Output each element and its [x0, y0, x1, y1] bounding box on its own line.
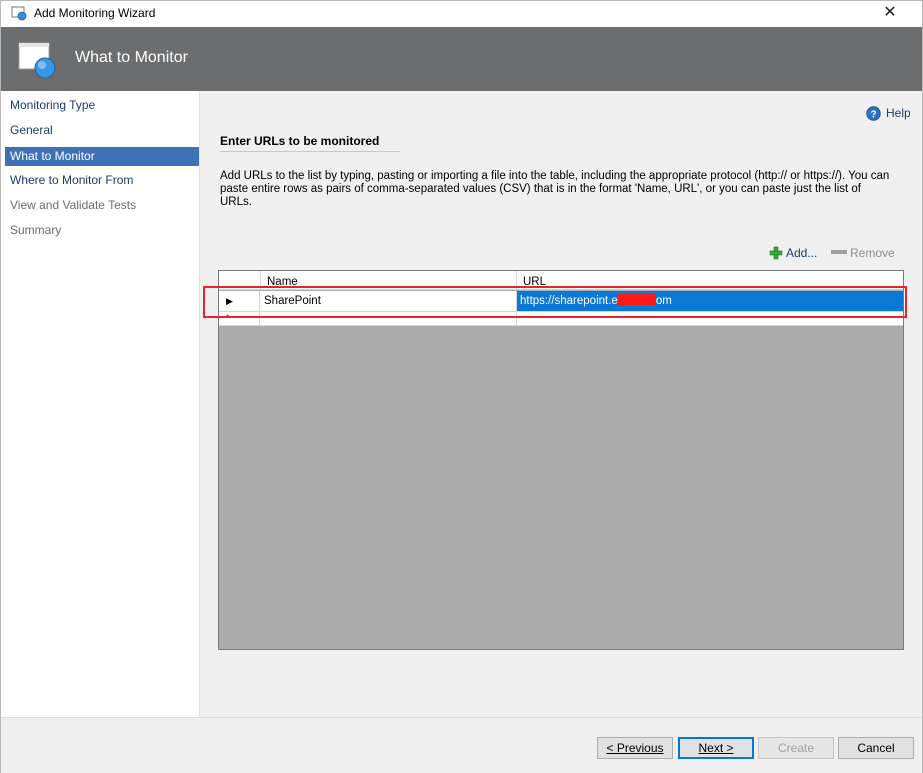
page-heading: What to Monitor	[75, 49, 188, 66]
remove-url-button[interactable]: Remove	[831, 246, 895, 262]
cell-name[interactable]: SharePoint	[261, 291, 517, 311]
previous-button-label: < Previous	[606, 741, 664, 755]
wizard-page-icon	[18, 42, 56, 79]
cell-url-suffix: om	[655, 295, 672, 307]
nav-step-view-and-validate[interactable]: View and Validate Tests	[5, 196, 199, 215]
section-title: Enter URLs to be monitored	[220, 134, 380, 148]
table-row[interactable]: ▶ SharePoint https://sharepoint.e om	[219, 291, 903, 312]
url-grid[interactable]: Name URL ▶ SharePoint https://sharepoint…	[218, 270, 904, 650]
close-icon[interactable]: ✕	[879, 3, 901, 23]
new-row-url-cell[interactable]	[517, 312, 903, 325]
wizard-banner: What to Monitor	[1, 27, 922, 91]
section-divider	[220, 151, 400, 152]
grid-header: Name URL	[219, 271, 903, 290]
row-current-marker-icon[interactable]: ▶	[219, 291, 260, 311]
column-header-name[interactable]: Name	[261, 271, 517, 290]
new-row-marker-icon[interactable]: *	[219, 312, 260, 325]
wizard-steps-nav: Monitoring Type General What to Monitor …	[1, 91, 200, 717]
wizard-content: ? Help Enter URLs to be monitored Add UR…	[201, 91, 922, 717]
window-title: Add Monitoring Wizard	[34, 6, 156, 20]
help-icon[interactable]: ?	[866, 106, 881, 121]
plus-icon	[769, 246, 783, 260]
instructions-text: Add URLs to the list by typing, pasting …	[220, 170, 890, 208]
cancel-button[interactable]: Cancel	[838, 737, 914, 759]
wizard-footer: < Previous Next > Create Cancel	[1, 717, 922, 773]
previous-button[interactable]: < Previous	[597, 737, 673, 759]
wizard-window: Add Monitoring Wizard ✕ What to Monitor …	[0, 0, 923, 773]
cell-url[interactable]: https://sharepoint.e om	[517, 291, 903, 311]
cell-url-prefix: https://sharepoint.e	[520, 295, 618, 307]
create-button[interactable]: Create	[758, 737, 834, 759]
redaction-mark	[617, 294, 656, 305]
nav-step-monitoring-type[interactable]: Monitoring Type	[5, 96, 199, 115]
remove-url-label: Remove	[850, 246, 895, 260]
wizard-app-icon	[11, 6, 27, 21]
add-url-label: Add...	[786, 246, 818, 260]
new-row-name-cell[interactable]	[261, 312, 517, 325]
svg-text:?: ?	[870, 109, 876, 120]
next-button[interactable]: Next >	[678, 737, 754, 759]
help-link[interactable]: Help	[886, 106, 911, 120]
column-header-url[interactable]: URL	[517, 271, 903, 290]
nav-step-general[interactable]: General	[5, 121, 199, 140]
grid-corner-header	[219, 271, 261, 290]
minus-icon	[831, 250, 847, 254]
next-button-label: Next >	[698, 741, 734, 755]
nav-step-summary[interactable]: Summary	[5, 221, 199, 240]
add-url-button[interactable]: Add...	[769, 246, 817, 262]
nav-step-where-to-monitor-from[interactable]: Where to Monitor From	[5, 171, 199, 190]
new-row[interactable]: *	[219, 312, 903, 326]
title-bar: Add Monitoring Wizard ✕	[1, 1, 922, 27]
nav-step-what-to-monitor[interactable]: What to Monitor	[5, 147, 199, 166]
